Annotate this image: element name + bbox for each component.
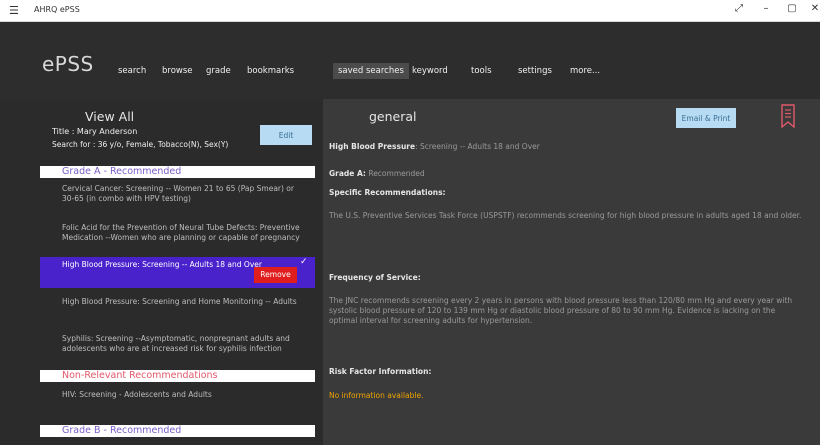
app-logo: ePSS xyxy=(42,52,94,76)
frequency-text: The JNC recommends screening every 2 yea… xyxy=(329,296,793,325)
maximize-icon[interactable]: ▢ xyxy=(785,3,799,14)
list-item[interactable]: Cervical Cancer: Screening -- Women 21 t… xyxy=(40,184,315,203)
recommendation-detail-panel: general Email & Print High Blood Pressur… xyxy=(323,99,820,445)
nav-keyword[interactable]: keyword xyxy=(412,66,448,76)
nav-grade[interactable]: grade xyxy=(206,66,231,76)
list-item-label: High Blood Pressure: Screening and Home … xyxy=(62,297,297,306)
list-item-selected[interactable]: High Blood Pressure: Screening -- Adults… xyxy=(40,257,315,288)
nav-tools[interactable]: tools xyxy=(471,66,492,76)
window-title: AHRQ ePSS xyxy=(34,5,80,14)
recommendation-title-label: High Blood Pressure xyxy=(329,142,416,151)
search-criteria: Search for : 36 y/o, Female, Tobacco(N),… xyxy=(52,140,229,149)
detail-heading: general xyxy=(369,109,417,124)
list-item[interactable]: Folic Acid for the Prevention of Neural … xyxy=(40,223,315,242)
list-item-label: Cervical Cancer: Screening -- Women 21 t… xyxy=(62,184,294,203)
nav-browse[interactable]: browse xyxy=(162,66,193,76)
bookmark-icon[interactable] xyxy=(781,104,795,128)
minimize-icon[interactable]: – xyxy=(759,3,773,14)
grade-a-header: Grade A - Recommended xyxy=(40,166,315,178)
fullscreen-icon[interactable]: ⤢ xyxy=(732,3,746,14)
email-print-button[interactable]: Email & Print xyxy=(676,108,736,128)
grade-b-header: Grade B - Recommended xyxy=(40,425,315,437)
list-item[interactable]: High Blood Pressure: Screening and Home … xyxy=(40,297,315,307)
saved-search-panel: View All Title : Mary Anderson Search fo… xyxy=(0,99,323,445)
view-all-heading: View All xyxy=(85,109,135,124)
list-item-label: HIV: Screening - Adolescents and Adults xyxy=(62,390,212,399)
grade-line: Grade A: Recommended xyxy=(329,169,804,179)
list-item[interactable]: Syphilis: Screening --Asymptomatic, nonp… xyxy=(40,334,315,353)
check-icon: ✓ xyxy=(300,257,308,267)
top-navigation: ePSS search browse grade bookmarks saved… xyxy=(0,22,820,99)
grade-line-label: Grade A: xyxy=(329,169,366,178)
nav-more[interactable]: more... xyxy=(570,66,600,76)
non-relevant-label: Non-Relevant Recommendations xyxy=(62,370,218,381)
close-icon[interactable]: ✕ xyxy=(808,3,820,14)
grade-line-value: Recommended xyxy=(365,169,425,178)
nav-settings[interactable]: settings xyxy=(518,66,552,76)
non-relevant-header: Non-Relevant Recommendations xyxy=(40,370,315,382)
list-item-label: Syphilis: Screening --Asymptomatic, nonp… xyxy=(62,334,290,353)
edit-button[interactable]: Edit xyxy=(260,125,312,145)
list-item[interactable]: HIV: Screening - Adolescents and Adults xyxy=(40,390,315,400)
remove-button[interactable]: Remove xyxy=(254,267,297,283)
grade-a-label: Grade A - Recommended xyxy=(62,166,182,177)
recommendation-title-value: : Screening -- Adults 18 and Over xyxy=(415,142,540,151)
list-item-label: Folic Acid for the Prevention of Neural … xyxy=(62,223,300,242)
nav-search[interactable]: search xyxy=(118,66,146,76)
nav-bookmarks[interactable]: bookmarks xyxy=(247,66,294,76)
specific-recommendations-text: The U.S. Preventive Services Task Force … xyxy=(329,211,802,220)
grade-b-label: Grade B - Recommended xyxy=(62,425,182,436)
frequency-label: Frequency of Service: xyxy=(329,273,421,282)
specific-recommendations-label: Specific Recommendations: xyxy=(329,188,446,197)
search-title: Title : Mary Anderson xyxy=(52,127,138,136)
risk-factor-label: Risk Factor Information: xyxy=(329,367,432,376)
risk-factor-text: No information available. xyxy=(329,391,424,400)
nav-saved-searches[interactable]: saved searches xyxy=(333,63,409,79)
hamburger-menu-icon[interactable]: ☰ xyxy=(9,4,19,17)
title-bar: ☰ AHRQ ePSS ⤢ – ▢ ✕ xyxy=(0,0,820,22)
recommendation-title: High Blood Pressure: Screening -- Adults… xyxy=(329,142,804,152)
